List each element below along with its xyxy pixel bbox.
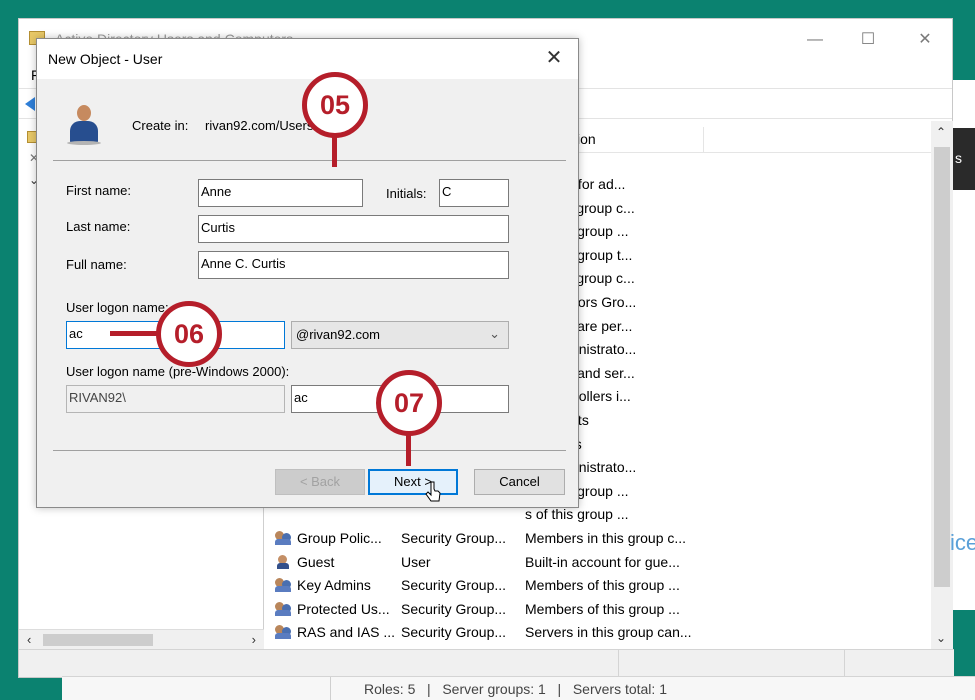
roles-count: Roles: 5 [364, 681, 416, 697]
chevron-down-icon: ⌄ [489, 326, 500, 341]
full-name-label: Full name: [66, 257, 127, 272]
last-name-label: Last name: [66, 219, 131, 234]
scroll-left-icon[interactable]: ‹ [27, 632, 31, 647]
server-groups-count: Server groups: 1 [442, 681, 546, 697]
row-description: Members of this group ... [525, 577, 680, 594]
row-name: Protected Us... [297, 600, 390, 617]
user-logon-name-label: User logon name: [66, 300, 169, 315]
server-manager-footer: Roles: 5 | Server groups: 1 | Servers to… [62, 676, 975, 700]
description-column-header[interactable]: ion [577, 131, 596, 147]
group-icon [275, 601, 293, 617]
back-arrow-icon[interactable] [25, 97, 35, 111]
user-icon [275, 554, 293, 570]
create-in-value: rivan92.com/Users [205, 118, 314, 133]
scroll-up-icon[interactable]: ⌃ [936, 125, 946, 139]
scroll-right-icon[interactable]: › [252, 632, 256, 647]
row-description: s of this group ... [525, 506, 629, 523]
close-window-button[interactable]: ✕ [909, 27, 941, 53]
divider [53, 160, 566, 161]
dialog-title: New Object - User [48, 51, 163, 67]
mouse-cursor-icon [425, 481, 441, 502]
callout-06: 06 [156, 301, 222, 367]
row-description: Members of this group ... [525, 600, 680, 617]
close-icon[interactable]: ✕ [540, 45, 568, 73]
row-name: Group Polic... [297, 530, 382, 546]
first-name-field[interactable]: Anne [198, 179, 363, 207]
domain-select-value: @rivan92.com [296, 327, 381, 342]
list-row[interactable]: Protected Us... Security Group... Members … [267, 598, 932, 622]
row-type: User [401, 553, 431, 570]
scroll-down-icon[interactable]: ⌄ [936, 631, 946, 645]
background-dark-panel: s [953, 128, 975, 190]
first-name-label: First name: [66, 183, 132, 198]
list-row[interactable]: RAS and IAS ... Security Group... Servers … [267, 621, 932, 645]
row-description: Built-in account for gue... [525, 553, 680, 570]
full-name-field[interactable]: Anne C. Curtis [198, 251, 509, 279]
cancel-button[interactable]: Cancel [474, 469, 565, 495]
callout-07: 07 [376, 370, 442, 436]
domain-select[interactable]: @rivan92.com ⌄ [291, 321, 509, 349]
initials-label: Initials: [386, 186, 427, 201]
user-icon [67, 105, 101, 145]
row-type: Security Group... [401, 600, 507, 617]
list-row[interactable]: Key Admins Security Group... Members of th… [267, 574, 932, 598]
pre-windows-2000-domain-field: RIVAN92\ [66, 385, 285, 413]
group-icon [275, 625, 293, 640]
footer-divider [330, 677, 331, 700]
footer-separator: | [557, 681, 562, 697]
pre-windows-2000-label: User logon name (pre-Windows 2000): [66, 364, 290, 379]
list-vertical-scrollbar[interactable]: ⌃ ⌄ [931, 121, 953, 649]
row-name: Key Admins [297, 577, 371, 594]
row-name: Guest [297, 553, 335, 570]
background-link-text: ice [950, 530, 975, 555]
footer-status: Roles: 5 | Server groups: 1 | Servers to… [364, 681, 667, 697]
status-segment [619, 650, 845, 678]
row-description: Members in this group c... [525, 530, 687, 546]
servers-total-count: Servers total: 1 [572, 681, 667, 697]
group-icon [275, 531, 293, 546]
status-bar [19, 649, 954, 678]
list-row[interactable]: Guest User Built-in account for gue... [267, 551, 932, 575]
tree-horizontal-scrollbar[interactable]: ‹ › [19, 629, 264, 649]
row-name: RAS and IAS ... [297, 624, 396, 641]
dialog-titlebar: New Object - User ✕ [37, 39, 578, 79]
divider [53, 450, 566, 451]
background-panel-letter: s [955, 150, 962, 166]
maximize-button[interactable]: ☐ [852, 27, 884, 53]
scroll-thumb[interactable] [43, 634, 153, 646]
status-segment [19, 650, 619, 678]
back-button[interactable]: < Back [275, 469, 365, 495]
minimize-button[interactable]: — [799, 27, 831, 53]
group-icon [275, 578, 293, 593]
last-name-field[interactable]: Curtis [198, 215, 509, 243]
row-type: Security Group... [401, 530, 507, 546]
vertical-scroll-thumb[interactable] [934, 147, 950, 587]
footer-separator: | [427, 681, 431, 697]
row-type: Security Group... [401, 624, 507, 641]
next-button[interactable]: Next > [368, 469, 458, 495]
initials-field[interactable]: C [439, 179, 509, 207]
list-row[interactable]: Group Polic... Security Group... Members i… [267, 527, 932, 551]
row-description: Servers in this group can... [525, 624, 692, 641]
row-type: Security Group... [401, 577, 507, 594]
create-in-label: Create in: [132, 118, 189, 133]
callout-05: 05 [302, 72, 368, 138]
column-separator[interactable] [703, 127, 704, 153]
